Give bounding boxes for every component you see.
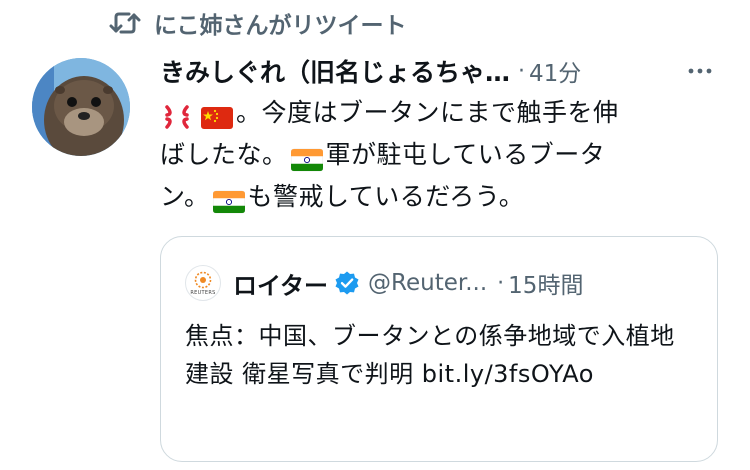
- reuters-logo-icon: [194, 271, 212, 288]
- quoted-tweet-card[interactable]: REUTERS ロイター @Reuter... · 15時間 焦点：中国、ブータ…: [160, 236, 718, 462]
- tweet-text-line-3b: も警戒しているだろう。: [247, 182, 525, 211]
- retweet-context[interactable]: にこ姉さんがリツイート: [108, 6, 407, 40]
- flag-china-icon: [201, 101, 233, 129]
- flag-india-icon: [290, 143, 323, 172]
- anger-symbol-icon: [163, 101, 195, 129]
- separator-dot: ·: [497, 270, 505, 296]
- tweet-line-1: 。今度はブータンにまで触手を伸: [160, 92, 720, 134]
- otter-avatar-image: [32, 58, 130, 156]
- tweet-text-line-3a: ン。: [160, 182, 210, 211]
- tweet-text-line-2a: ばしたな。: [160, 140, 288, 169]
- reuters-avatar[interactable]: REUTERS: [185, 265, 221, 301]
- retweet-icon: [108, 9, 142, 37]
- quoted-tweet-header: REUTERS ロイター @Reuter... · 15時間: [185, 263, 695, 303]
- retweet-label: にこ姉さんがリツイート: [154, 13, 407, 39]
- author-name[interactable]: きみしぐれ（旧名じょるちゃ…: [160, 53, 510, 89]
- reuters-logo-text: REUTERS: [190, 289, 216, 296]
- quoted-tweet-timestamp[interactable]: 15時間: [508, 266, 583, 300]
- tweet-header: きみしぐれ（旧名じょるちゃ… · 41分: [160, 52, 720, 90]
- quoted-author-name[interactable]: ロイター: [233, 266, 328, 301]
- tweet-text-line-1: 。今度はブータンにまで触手を伸: [236, 98, 619, 127]
- tweet-line-2: ばしたな。 軍が駐屯しているブータ: [160, 134, 720, 176]
- more-options-icon[interactable]: [680, 54, 720, 88]
- quoted-author-handle: @Reuter...: [368, 270, 488, 296]
- tweet-line-3: ン。 も警戒しているだろう。: [160, 176, 720, 218]
- verified-badge-icon: [334, 270, 360, 296]
- quoted-tweet-text: 焦点：中国、ブータンとの係争地域で入植地建設 衛星写真で判明 bit.ly/3f…: [185, 322, 675, 388]
- tweet-timestamp[interactable]: 41分: [529, 54, 581, 88]
- flag-india-icon: [212, 185, 245, 214]
- tweet-text-line-2b: 軍が駐屯しているブータ: [325, 140, 606, 169]
- avatar[interactable]: [32, 58, 130, 156]
- tweet-text: 。今度はブータンにまで触手を伸 ばしたな。 軍が駐屯しているブータ ン。 も警戒…: [160, 92, 720, 218]
- separator-dot: ·: [518, 58, 526, 84]
